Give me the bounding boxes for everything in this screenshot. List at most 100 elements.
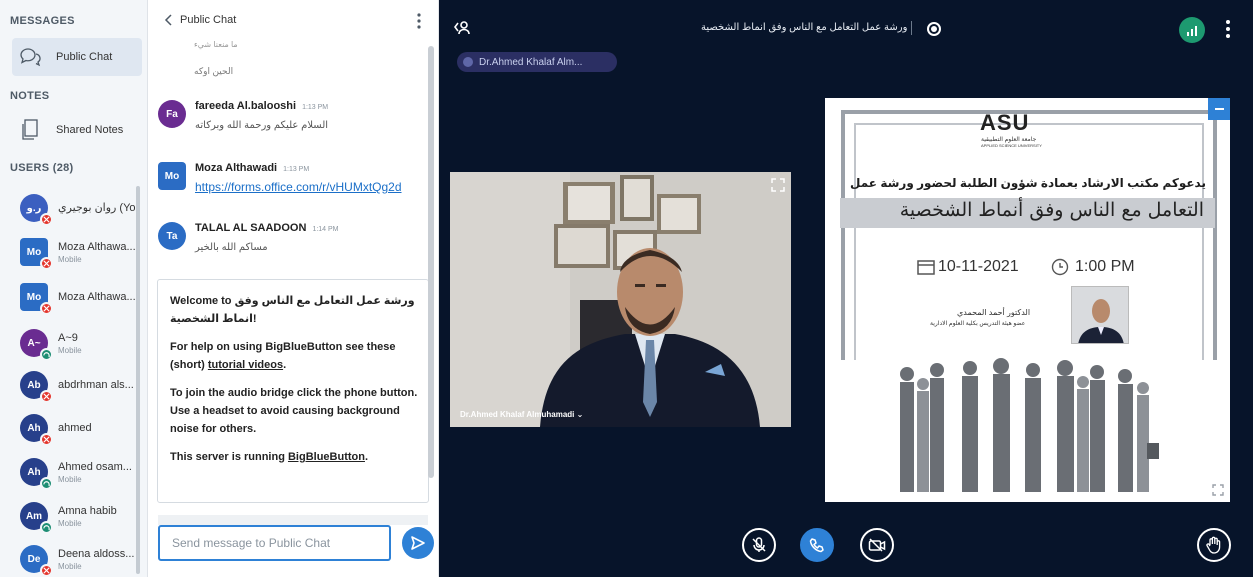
listen-only-icon bbox=[40, 521, 53, 534]
user-name: Amna habib bbox=[58, 504, 117, 517]
send-message-button[interactable] bbox=[402, 527, 434, 559]
avatar: Fa bbox=[158, 100, 186, 128]
partial-message: الحين اوكه bbox=[194, 66, 234, 76]
user-name: Deena aldoss... bbox=[58, 547, 135, 560]
slide-date-text: 10-11-2021 bbox=[938, 258, 1019, 275]
user-list-item[interactable]: Mo Moza Althawa... bbox=[0, 275, 140, 319]
avatar-initials: Mo bbox=[26, 291, 42, 303]
chat-scrollbar[interactable] bbox=[428, 46, 434, 478]
meeting-main-area: ورشة عمل التعامل مع الناس وفق انماط الشخ… bbox=[439, 0, 1253, 577]
user-name: روان بوجيري (You) bbox=[58, 202, 140, 214]
tutorial-videos-link[interactable]: tutorial videos bbox=[208, 359, 283, 371]
welcome-suffix: ! bbox=[252, 313, 257, 325]
slide-date: 10-11-2021 bbox=[917, 258, 1019, 276]
avatar-initials: Fa bbox=[166, 108, 178, 120]
welcome-prefix: Welcome to bbox=[170, 295, 232, 307]
connection-status-icon[interactable] bbox=[1179, 17, 1205, 43]
welcome-message: Welcome to ورشة عمل التعامل مع الناس وفق… bbox=[157, 279, 429, 503]
sender-name: fareeda Al.balooshi bbox=[195, 100, 297, 112]
slide-workshop-title: التعامل مع الناس وفق أنماط الشخصية bbox=[899, 199, 1204, 221]
message-text: السلام عليكم ورحمة الله وبركاته bbox=[195, 120, 329, 131]
user-list-item[interactable]: Am Amna habib Mobile bbox=[0, 494, 140, 538]
meeting-title: ورشة عمل التعامل مع الناس وفق انماط الشخ… bbox=[701, 22, 908, 33]
share-webcam-button[interactable] bbox=[860, 528, 894, 562]
user-info: Ahmed osam... Mobile bbox=[58, 460, 132, 485]
sender-name: Moza Althawadi bbox=[195, 162, 278, 174]
user-device: Mobile bbox=[58, 254, 82, 264]
slide-logo-arabic: جامعة العلوم التطبيقية bbox=[981, 137, 1037, 143]
clock-icon bbox=[1051, 258, 1069, 276]
sender-name: TALAL AL SAADOON bbox=[195, 222, 307, 234]
fullscreen-icon[interactable] bbox=[771, 178, 785, 192]
notes-heading: NOTES bbox=[10, 90, 50, 102]
avatar-initials: Ta bbox=[166, 230, 178, 242]
help-text-end: . bbox=[283, 359, 287, 371]
avatar-initials: De bbox=[27, 553, 41, 565]
chat-panel: Public Chat ما منعنا شيء الحين اوكه Fa fa… bbox=[148, 0, 439, 577]
user-list-sidebar: MESSAGES Public Chat NOTES Shared Notes … bbox=[0, 0, 148, 577]
message-time: 1:14 PM bbox=[312, 226, 339, 233]
user-name: Moza Althawa... bbox=[58, 291, 136, 303]
more-options-icon[interactable] bbox=[414, 12, 424, 30]
user-info: Amna habib Mobile bbox=[58, 504, 117, 529]
presentation-slide[interactable]: ASU جامعة العلوم التطبيقية APPLIED SCIEN… bbox=[825, 98, 1230, 502]
leave-audio-button[interactable] bbox=[800, 528, 834, 562]
message-sender: Moza Althawadi 1:13 PM bbox=[195, 162, 309, 174]
record-icon[interactable] bbox=[927, 22, 941, 36]
user-name: ahmed bbox=[58, 422, 92, 434]
message-time: 1:13 PM bbox=[283, 166, 310, 173]
muted-icon bbox=[40, 213, 53, 226]
chevron-left-icon[interactable] bbox=[164, 13, 174, 27]
fullscreen-presentation-icon[interactable] bbox=[1212, 484, 1224, 496]
user-list-scrollbar[interactable] bbox=[136, 186, 140, 574]
webcam-video[interactable]: Dr.Ahmed Khalaf Almuhamadi ⌄ bbox=[450, 172, 791, 427]
talking-dot bbox=[463, 57, 473, 67]
talking-indicator[interactable]: Dr.Ahmed Khalaf Alm... bbox=[457, 52, 617, 72]
chat-header: Public Chat bbox=[148, 0, 438, 42]
slide-time: 1:00 PM bbox=[1051, 258, 1135, 276]
user-list-item[interactable]: Ab abdrhman als... bbox=[0, 363, 140, 407]
user-name: Moza Althawa... bbox=[58, 240, 136, 253]
user-list-item[interactable]: De Deena aldoss... Mobile bbox=[0, 537, 140, 577]
avatar-initials: Ab bbox=[27, 379, 41, 391]
user-list-item[interactable]: Ah Ahmed osam... Mobile bbox=[0, 450, 140, 494]
options-menu-icon[interactable] bbox=[1225, 19, 1231, 39]
muted-icon bbox=[40, 257, 53, 270]
mute-microphone-button[interactable] bbox=[742, 528, 776, 562]
user-info: Deena aldoss... Mobile bbox=[58, 547, 134, 572]
user-list-item[interactable]: ر.و روان بوجيري (You) bbox=[0, 186, 140, 230]
raise-hand-button[interactable] bbox=[1197, 528, 1231, 562]
muted-icon bbox=[40, 302, 53, 315]
minimize-presentation-button[interactable] bbox=[1208, 98, 1230, 120]
avatar-initials: Mo bbox=[164, 170, 180, 182]
avatar-initials: Mo bbox=[26, 246, 42, 258]
listen-only-icon bbox=[40, 477, 53, 490]
user-name: Ahmed osam... bbox=[58, 460, 132, 473]
message-link[interactable]: https://forms.office.com/r/vHUMxtQg2d bbox=[195, 180, 402, 194]
server-text-end: . bbox=[364, 451, 369, 463]
slide-logo-english: APPLIED SCIENCE UNIVERSITY bbox=[981, 143, 1042, 148]
user-list-item[interactable]: Mo Moza Althawa... Mobile bbox=[0, 230, 140, 274]
sidebar-item-shared-notes[interactable]: Shared Notes bbox=[12, 111, 142, 149]
user-list-item[interactable]: Ah ahmed bbox=[0, 406, 140, 450]
webcam-username[interactable]: Dr.Ahmed Khalaf Almuhamadi ⌄ bbox=[460, 410, 583, 419]
user-info: ahmed bbox=[58, 421, 92, 435]
slide-time-text: 1:00 PM bbox=[1075, 258, 1135, 275]
toggle-user-list-icon[interactable] bbox=[452, 18, 472, 38]
chat-message: Ta TALAL AL SAADOON 1:14 PM مساكم الله بالخ… bbox=[158, 222, 420, 268]
chat-title[interactable]: Public Chat bbox=[180, 14, 236, 26]
bigbluebutton-link[interactable]: BigBlueButton bbox=[288, 451, 365, 463]
avatar: Am bbox=[20, 502, 53, 534]
avatar: Ta bbox=[158, 222, 186, 250]
user-list-item[interactable]: A~ A~9 Mobile bbox=[0, 321, 140, 365]
sidebar-item-public-chat[interactable]: Public Chat bbox=[12, 38, 142, 76]
avatar: A~ bbox=[20, 329, 53, 361]
avatar: Ah bbox=[20, 458, 53, 490]
partial-message-top: ما منعنا شيء bbox=[194, 40, 238, 49]
message-sender: fareeda Al.balooshi 1:13 PM bbox=[195, 100, 328, 112]
slide-presenter-name: الدكتور أحمد المحمدي bbox=[957, 308, 1031, 317]
chat-message-input[interactable] bbox=[158, 525, 391, 561]
webcam-person-image bbox=[450, 172, 791, 427]
presenter-photo bbox=[1071, 286, 1129, 344]
notes-icon bbox=[18, 118, 42, 142]
